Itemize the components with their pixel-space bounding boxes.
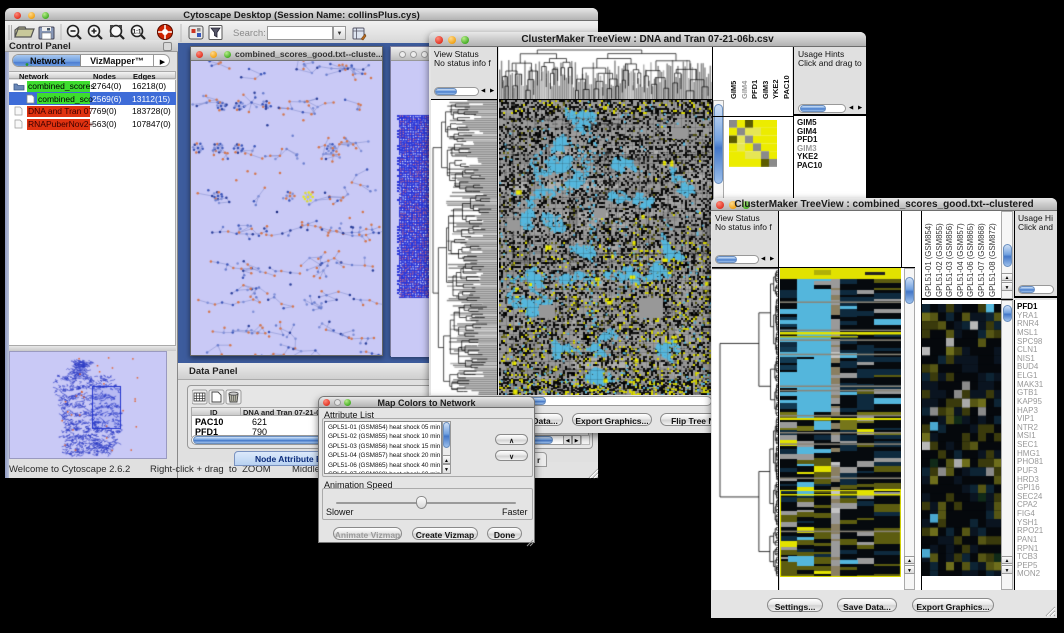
svg-text:1:1: 1:1 bbox=[133, 30, 142, 36]
